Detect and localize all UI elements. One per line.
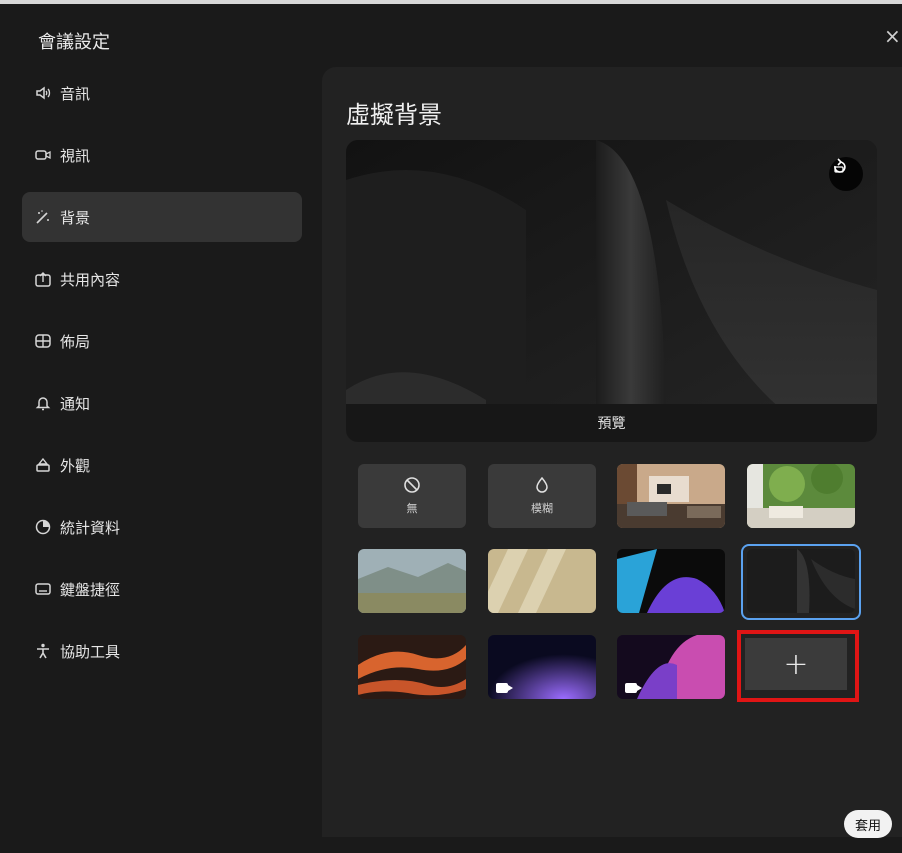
- sidebar-item-label: 通知: [60, 394, 91, 413]
- background-tile-purple-glow-video[interactable]: [488, 635, 596, 699]
- apply-button[interactable]: 套用: [844, 810, 892, 838]
- sidebar-item-statistics[interactable]: 統計資料: [22, 502, 302, 552]
- magic-wand-icon: [34, 208, 52, 226]
- sidebar-item-label: 佈局: [60, 332, 91, 351]
- background-tile-mountain-blur[interactable]: [358, 549, 466, 613]
- window-top-edge: [0, 0, 902, 4]
- background-tile-sunlit-wall[interactable]: [488, 549, 596, 613]
- appearance-icon: [34, 456, 52, 474]
- background-tile-living-room[interactable]: [617, 464, 725, 528]
- sidebar-item-label: 音訊: [60, 84, 91, 103]
- droplet-icon: [533, 476, 551, 498]
- video-icon: [34, 146, 52, 164]
- video-camera-icon: [496, 683, 513, 693]
- background-tile-blue-purple-abstract[interactable]: [617, 549, 725, 613]
- sidebar-item-video[interactable]: 視訊: [22, 130, 302, 180]
- sidebar-item-label: 統計資料: [60, 518, 121, 537]
- dialog-title: 會議設定: [38, 32, 110, 53]
- preview-image: [346, 140, 877, 442]
- close-button[interactable]: ×: [884, 24, 902, 48]
- rotate-preview-button[interactable]: [829, 157, 863, 191]
- background-tile-garden-room[interactable]: [747, 464, 855, 528]
- sidebar-item-keyboard-shortcuts[interactable]: 鍵盤捷徑: [22, 564, 302, 614]
- layout-grid-icon: [34, 332, 52, 350]
- sidebar-item-label: 視訊: [60, 146, 91, 165]
- sidebar-item-label: 鍵盤捷徑: [60, 580, 121, 599]
- settings-sidebar: 音訊 視訊 背景 共用內容 佈局 通知 外觀 統計資料 鍵盤捷徑 協助工具: [22, 68, 302, 688]
- sidebar-item-layout[interactable]: 佈局: [22, 316, 302, 366]
- sidebar-item-label: 協助工具: [60, 642, 121, 661]
- sidebar-item-label: 外觀: [60, 456, 91, 475]
- background-none-tile[interactable]: 無: [358, 464, 466, 528]
- speaker-icon: [34, 84, 52, 102]
- sidebar-item-accessibility[interactable]: 協助工具: [22, 626, 302, 676]
- accessibility-icon: [34, 642, 52, 660]
- sidebar-item-label: 背景: [60, 208, 91, 227]
- sidebar-item-notifications[interactable]: 通知: [22, 378, 302, 428]
- sidebar-item-background[interactable]: 背景: [22, 192, 302, 242]
- video-camera-icon: [625, 683, 642, 693]
- share-icon: [34, 270, 52, 288]
- preview-label: 預覽: [346, 404, 877, 442]
- sidebar-item-audio[interactable]: 音訊: [22, 68, 302, 118]
- none-label: 無: [406, 502, 418, 515]
- bell-icon: [34, 394, 52, 412]
- sidebar-item-share-content[interactable]: 共用內容: [22, 254, 302, 304]
- blur-label: 模糊: [531, 502, 553, 515]
- add-background-button[interactable]: +: [745, 638, 847, 690]
- virtual-background-panel: 虛擬背景 預覽 無 模糊 +: [322, 67, 902, 837]
- selected-tile-indicator: [741, 544, 861, 620]
- statistics-icon: [34, 518, 52, 536]
- background-tile-pink-shapes-video[interactable]: [617, 635, 725, 699]
- background-blur-tile[interactable]: 模糊: [488, 464, 596, 528]
- keyboard-icon: [34, 580, 52, 598]
- page-title: 虛擬背景: [346, 101, 442, 129]
- sidebar-item-appearance[interactable]: 外觀: [22, 440, 302, 490]
- none-icon: [403, 476, 421, 498]
- background-preview: 預覽: [346, 140, 877, 442]
- background-tile-orange-swirl[interactable]: [358, 635, 466, 699]
- sidebar-item-label: 共用內容: [60, 270, 121, 289]
